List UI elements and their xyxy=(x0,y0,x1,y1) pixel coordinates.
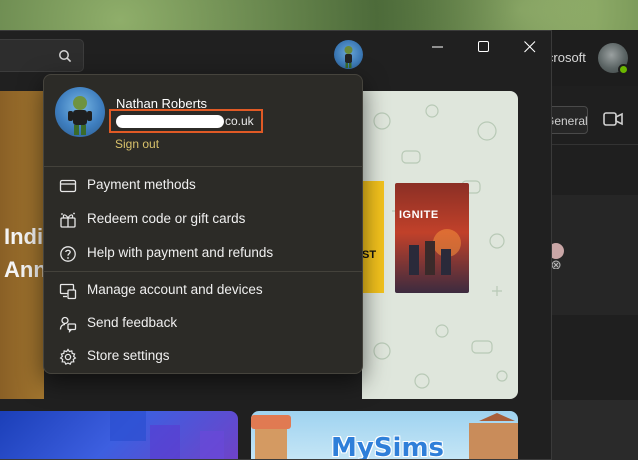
minimize-button[interactable] xyxy=(415,31,461,63)
featured-tile-blue[interactable] xyxy=(0,411,238,459)
menu-item-label: Send feedback xyxy=(87,315,178,330)
mysims-logo-text: MySims xyxy=(331,433,445,460)
minimize-icon xyxy=(432,46,443,48)
menu-divider xyxy=(44,166,362,167)
menu-item-help-payment[interactable]: Help with payment and refunds xyxy=(44,237,362,269)
featured-tile-mysims[interactable]: MySims xyxy=(251,411,518,460)
menu-item-label: Payment methods xyxy=(87,177,196,192)
game-cover-card[interactable]: IGNITE xyxy=(395,183,469,293)
email-address-suffix: co.uk xyxy=(225,114,254,128)
close-icon xyxy=(524,41,536,53)
profile-avatar xyxy=(55,87,105,137)
devices-icon xyxy=(59,283,77,300)
gear-icon xyxy=(59,348,77,366)
promo-yellow-card[interactable]: ST xyxy=(362,181,384,293)
maximize-button[interactable] xyxy=(461,31,507,63)
menu-item-label: Manage account and devices xyxy=(87,282,263,297)
maximize-icon xyxy=(478,41,489,52)
menu-item-payment-methods[interactable]: Payment methods xyxy=(44,169,362,201)
store-titlebar xyxy=(0,31,551,79)
menu-divider xyxy=(44,271,362,272)
account-avatar-button[interactable] xyxy=(334,40,363,69)
feedback-icon xyxy=(59,316,77,333)
presence-indicator xyxy=(618,64,629,75)
menu-item-manage-account[interactable]: Manage account and devices xyxy=(44,274,362,306)
account-flyout-menu: Nathan Roberts co.uk Sign out Payment me… xyxy=(43,74,363,374)
game-cover-art xyxy=(409,229,461,275)
menu-item-label: Store settings xyxy=(87,348,170,363)
search-icon[interactable] xyxy=(58,49,72,63)
yellow-card-text: ST xyxy=(362,249,377,261)
menu-item-label: Help with payment and refunds xyxy=(87,245,274,260)
credit-card-icon xyxy=(59,179,77,193)
email-highlight-box: co.uk xyxy=(109,109,263,133)
hero-title-line1: Indi xyxy=(4,224,44,249)
menu-item-send-feedback[interactable]: Send feedback xyxy=(44,307,362,339)
menu-item-store-settings[interactable]: Store settings xyxy=(44,340,362,372)
tile-blue-art xyxy=(110,411,224,459)
avatar-figure-icon xyxy=(68,96,92,135)
email-redaction xyxy=(116,115,224,128)
help-icon xyxy=(60,246,76,262)
video-camera-icon[interactable] xyxy=(602,108,624,130)
search-box[interactable] xyxy=(0,39,84,72)
gift-icon xyxy=(60,212,76,228)
avatar-figure-icon xyxy=(344,46,353,68)
game-cover-title: IGNITE xyxy=(399,209,439,221)
hero-title-line2: Ann xyxy=(4,257,47,282)
menu-item-label: Redeem code or gift cards xyxy=(87,211,246,226)
sign-out-link[interactable]: Sign out xyxy=(115,137,159,151)
close-button[interactable] xyxy=(507,31,551,63)
menu-item-redeem-code[interactable]: Redeem code or gift cards xyxy=(44,203,362,235)
